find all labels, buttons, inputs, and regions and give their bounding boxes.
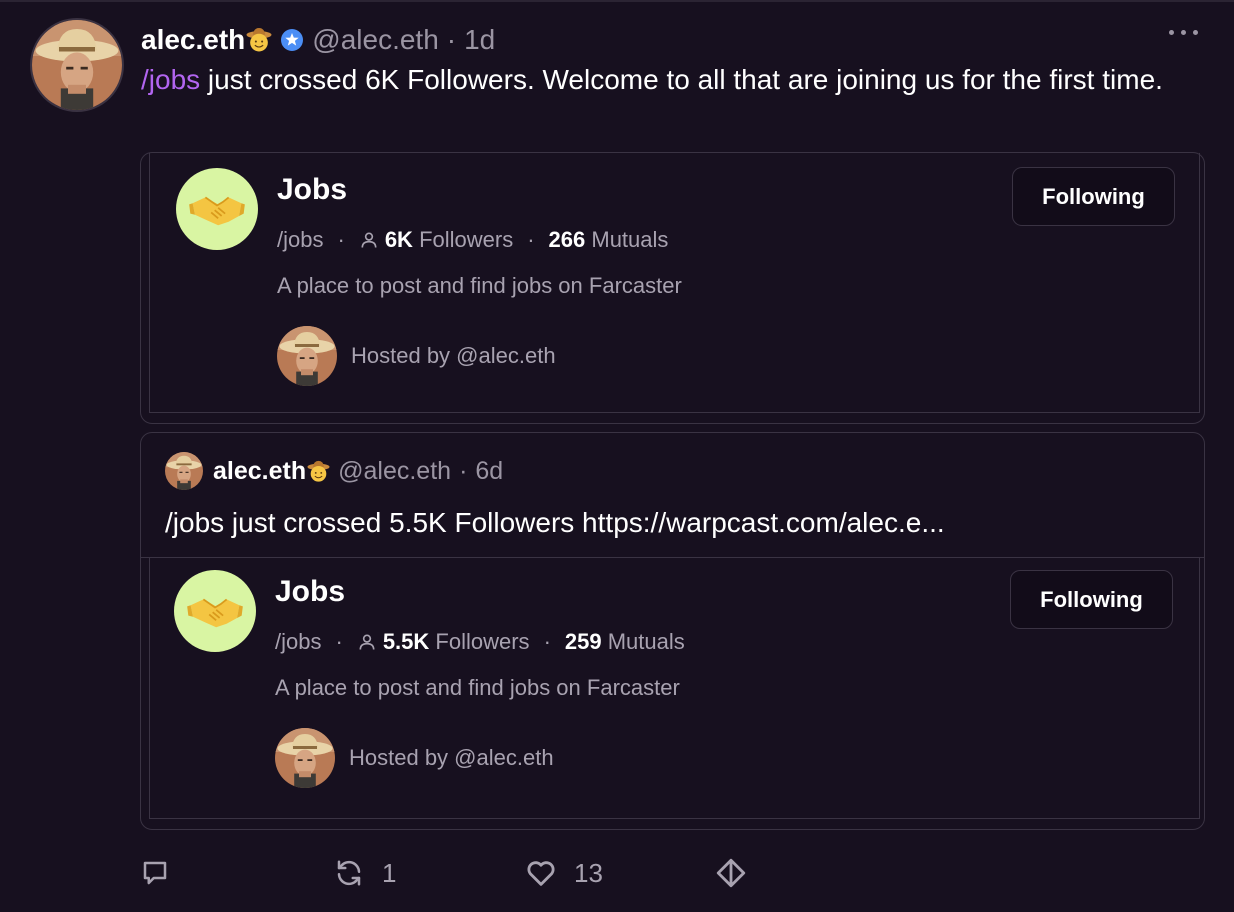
host-avatar — [275, 728, 335, 788]
mutuals-count: 266 — [548, 227, 586, 252]
separator-dot: · — [543, 629, 551, 654]
handshake-icon — [188, 180, 246, 238]
hosted-by-text: Hosted by @alec.eth — [349, 745, 554, 770]
post-body: just crossed 6K Followers. Welcome to al… — [200, 64, 1163, 95]
more-options-icon[interactable] — [1169, 30, 1198, 35]
handshake-icon — [186, 582, 244, 640]
person-icon — [359, 634, 375, 650]
like-count: 13 — [574, 857, 603, 888]
recast-button[interactable]: 1 — [334, 858, 524, 889]
channel-meta: /jobs · 6K Followers · 266 Mutuals — [277, 227, 668, 253]
followers-label: Followers — [419, 227, 514, 252]
quoted-text: /jobs just crossed 5.5K Followers https:… — [165, 507, 945, 538]
followers-count: 6K — [384, 227, 413, 252]
following-button[interactable]: Following — [1010, 570, 1173, 629]
author-name[interactable]: alec.eth — [141, 24, 245, 56]
channel-path: /jobs — [275, 629, 322, 654]
separator-dot: · — [459, 456, 468, 485]
mutuals-label: Mutuals — [607, 629, 685, 654]
author-avatar[interactable] — [30, 18, 124, 112]
diamond-icon — [716, 858, 746, 888]
top-divider — [0, 0, 1234, 2]
mutuals-label: Mutuals — [591, 227, 669, 252]
recast-count: 1 — [382, 857, 397, 888]
separator-dot: · — [335, 629, 343, 654]
channel-title[interactable]: Jobs — [277, 173, 347, 207]
quoted-author-name[interactable]: alec.eth — [213, 457, 306, 486]
recast-icon — [337, 860, 361, 886]
like-button[interactable]: 13 — [524, 856, 714, 890]
channel-avatar — [174, 570, 256, 652]
channel-description: A place to post and find jobs on Farcast… — [277, 273, 682, 298]
separator-dot: · — [527, 227, 535, 252]
channel-meta: /jobs · 5.5K Followers · 259 Mutuals — [275, 629, 685, 655]
quoted-author-avatar[interactable] — [165, 452, 203, 490]
author-handle[interactable]: @alec.eth — [312, 24, 439, 56]
channel-card[interactable]: Jobs /jobs · 6K Followers · 266 Mutuals … — [140, 152, 1205, 424]
post-time[interactable]: 1d — [464, 24, 495, 56]
hosted-by-text: Hosted by @alec.eth — [351, 343, 556, 368]
separator-dot: · — [446, 24, 457, 55]
quoted-author-handle[interactable]: @alec.eth — [338, 457, 451, 486]
followers-label: Followers — [435, 629, 530, 654]
quoted-channel-card[interactable]: Jobs /jobs · 5.5K Followers · 259 Mutual… — [141, 557, 1204, 829]
quoted-cast-header: alec.eth @alec.eth · 6d — [165, 453, 503, 489]
followers-count: 5.5K — [382, 629, 430, 654]
post-header: alec.eth @alec.eth · 1d — [141, 22, 495, 58]
channel-description: A place to post and find jobs on Farcast… — [275, 675, 680, 700]
host-row[interactable]: Hosted by @alec.eth — [277, 326, 556, 386]
separator-dot: · — [337, 227, 345, 252]
cowboy-emoji-icon — [307, 460, 330, 483]
tip-button[interactable] — [714, 856, 748, 890]
comment-icon — [143, 861, 167, 885]
action-bar: 1 13 — [140, 852, 748, 894]
person-icon — [361, 232, 377, 248]
channel-link[interactable]: /jobs — [141, 64, 200, 95]
mutuals-count: 259 — [564, 629, 602, 654]
channel-avatar — [176, 168, 258, 250]
verified-badge-icon — [281, 29, 304, 51]
channel-title[interactable]: Jobs — [275, 575, 345, 609]
reply-button[interactable] — [140, 858, 300, 888]
host-avatar — [277, 326, 337, 386]
cowboy-emoji-icon — [246, 27, 272, 53]
post-text: /jobs just crossed 6K Followers. Welcome… — [141, 61, 1181, 98]
heart-icon — [527, 861, 555, 886]
channel-path: /jobs — [277, 227, 324, 252]
following-button[interactable]: Following — [1012, 167, 1175, 226]
quoted-cast[interactable]: alec.eth @alec.eth · 6d /jobs just cross… — [140, 432, 1205, 830]
quoted-time[interactable]: 6d — [475, 457, 503, 486]
host-row[interactable]: Hosted by @alec.eth — [275, 728, 554, 788]
